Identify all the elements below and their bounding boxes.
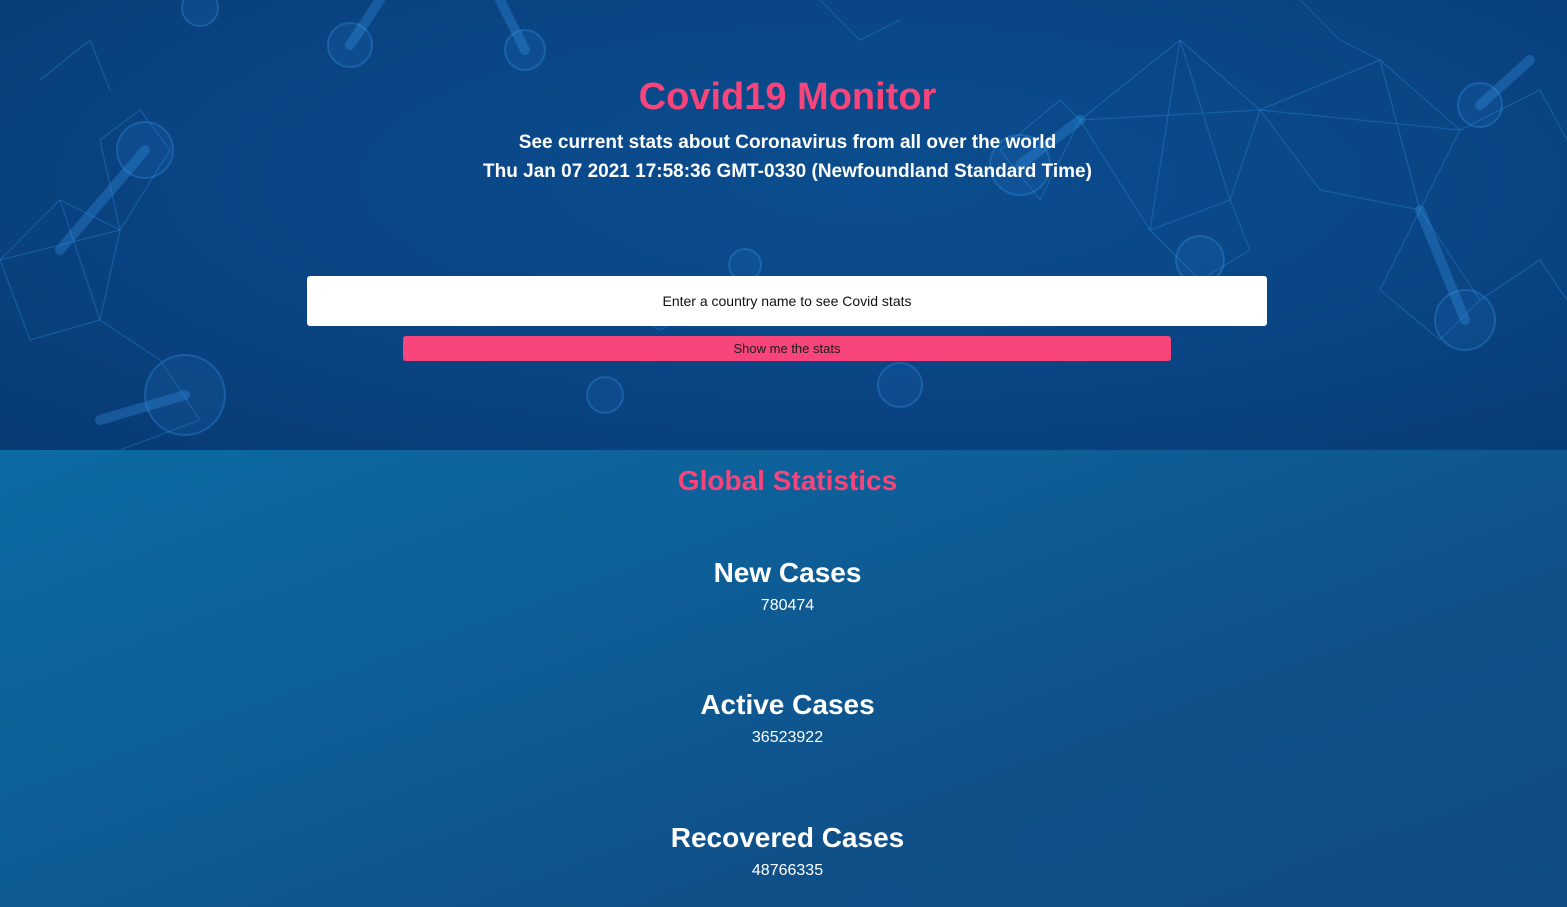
stat-value: 36523922 (751, 729, 824, 746)
stat-label: New Cases (713, 557, 862, 588)
stat-value: 48766335 (751, 862, 824, 879)
active-cases-stat: Active Cases 36523922 (0, 688, 1567, 748)
page-title: Covid19 Monitor (638, 76, 937, 118)
stat-label: Recovered Cases (670, 822, 905, 853)
show-stats-button[interactable]: Show me the stats (403, 336, 1171, 361)
hero-section: Covid19 Monitor See current stats about … (0, 0, 1567, 450)
stat-value: 780474 (760, 597, 815, 614)
new-cases-stat: New Cases 780474 (0, 556, 1567, 616)
country-search-input[interactable] (307, 276, 1267, 326)
stat-label: Active Cases (700, 689, 875, 720)
global-statistics-heading: Global Statistics (677, 465, 898, 496)
global-statistics-section: Global Statistics New Cases 780474 Activ… (0, 450, 1567, 907)
page-subtitle: See current stats about Coronavirus from… (518, 132, 1057, 153)
virus-background-illustration (0, 0, 1567, 450)
recovered-cases-stat: Recovered Cases 48766335 (0, 821, 1567, 881)
current-datetime: Thu Jan 07 2021 17:58:36 GMT-0330 (Newfo… (483, 161, 1092, 182)
